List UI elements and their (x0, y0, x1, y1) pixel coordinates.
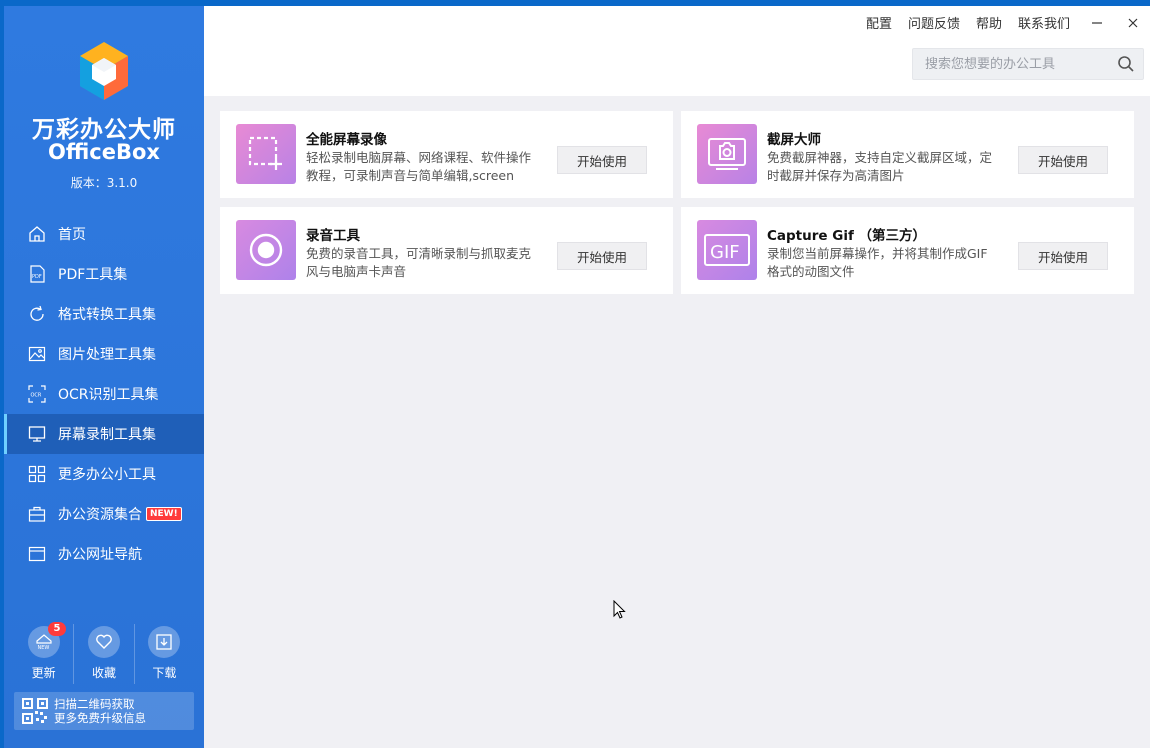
help-link[interactable]: 帮助 (976, 13, 1002, 32)
grid-icon (28, 465, 46, 483)
refresh-icon (28, 305, 46, 323)
minimize-button[interactable] (1088, 14, 1106, 32)
card-title: Capture Gif （第三方） (767, 228, 927, 244)
sidebar-item-home[interactable]: 首页 (4, 214, 204, 254)
start-button[interactable]: 开始使用 (557, 146, 647, 174)
mouse-cursor-icon (613, 600, 626, 619)
new-badge: NEW! (146, 507, 182, 521)
screen-record-icon (236, 124, 296, 184)
app-window: 万彩办公大师 OfficeBox 版本：3.1.0 首页 PDF PDF工具集 … (4, 6, 1150, 748)
download-button[interactable]: 下载 (133, 624, 194, 684)
favorite-button[interactable]: 收藏 (73, 624, 133, 684)
update-button[interactable]: NEW 5 更新 (14, 622, 73, 684)
card-title: 截屏大师 (767, 132, 821, 148)
ocr-icon: OCR (28, 385, 46, 403)
qr-text-line1: 扫描二维码获取 (54, 697, 135, 711)
start-button[interactable]: 开始使用 (557, 242, 647, 270)
close-icon (1128, 18, 1138, 27)
tool-card-audio-recorder[interactable]: 录音工具 免费的录音工具，可清晰录制与抓取麦克风与电脑声卡声音 开始使用 (220, 207, 673, 294)
sidebar-item-web-nav[interactable]: 办公网址导航 (4, 534, 204, 574)
sidebar-item-label: 更多办公小工具 (58, 467, 156, 483)
sidebar-bottom-actions: NEW 5 更新 收藏 下载 (14, 622, 194, 684)
start-button[interactable]: 开始使用 (1018, 146, 1108, 174)
gif-icon: GIF (697, 220, 757, 280)
close-button[interactable] (1124, 14, 1142, 32)
tool-card-screenshot-master[interactable]: 截屏大师 免费截屏神器，支持自定义截屏区域，定时截屏并保存为高清图片 开始使用 (681, 111, 1134, 198)
qr-code-promo[interactable]: 扫描二维码获取 更多免费升级信息 (14, 692, 194, 730)
sidebar-item-label: 图片处理工具集 (58, 347, 156, 363)
officebox-logo (80, 42, 128, 100)
svg-text:NEW: NEW (37, 645, 49, 651)
top-bar: 配置 问题反馈 帮助 联系我们 (204, 6, 1150, 96)
download-icon (148, 626, 181, 658)
pdf-icon: PDF (28, 265, 46, 283)
sidebar-item-label: 办公资源集合 (58, 507, 142, 523)
svg-text:OCR: OCR (31, 393, 42, 399)
top-links: 配置 问题反馈 帮助 联系我们 (850, 13, 1142, 32)
sidebar-item-label: 屏幕录制工具集 (58, 427, 156, 443)
card-title: 全能屏幕录像 (306, 132, 387, 148)
qr-code-icon (22, 698, 48, 724)
tool-card-capture-gif[interactable]: GIF Capture Gif （第三方） 录制您当前屏幕操作，并将其制作成GI… (681, 207, 1134, 294)
start-button[interactable]: 开始使用 (1018, 242, 1108, 270)
sidebar-nav: 首页 PDF PDF工具集 格式转换工具集 图片处理工具集 OCR OCR识别工… (4, 214, 204, 574)
briefcase-icon (28, 505, 46, 523)
sidebar-item-label: PDF工具集 (58, 267, 128, 283)
sidebar-item-ocr[interactable]: OCR OCR识别工具集 (4, 374, 204, 414)
sidebar-item-screen-record[interactable]: 屏幕录制工具集 (4, 414, 204, 454)
browser-icon (28, 545, 46, 563)
minimize-icon (1092, 21, 1102, 24)
update-count-badge: 5 (48, 622, 66, 636)
sidebar-item-pdf[interactable]: PDF PDF工具集 (4, 254, 204, 294)
feedback-link[interactable]: 问题反馈 (908, 13, 960, 32)
camera-icon (697, 124, 757, 184)
sidebar-item-label: 办公网址导航 (58, 547, 142, 563)
sidebar: 万彩办公大师 OfficeBox 版本：3.1.0 首页 PDF PDF工具集 … (4, 6, 204, 748)
card-description: 录制您当前屏幕操作，并将其制作成GIF格式的动图文件 (767, 246, 988, 279)
config-link[interactable]: 配置 (866, 13, 892, 32)
version-label: 版本：3.1.0 (70, 176, 138, 190)
home-icon (28, 225, 46, 243)
search-box (912, 48, 1144, 80)
brand-name-en: OfficeBox (48, 140, 160, 164)
sidebar-item-label: OCR识别工具集 (58, 387, 159, 403)
card-description: 轻松录制电脑屏幕、网络课程、软件操作教程，可录制声音与简单编辑,screen (306, 150, 532, 183)
search-input[interactable] (913, 55, 1117, 73)
sidebar-item-resources[interactable]: 办公资源集合 NEW! (4, 494, 204, 534)
sidebar-item-label: 格式转换工具集 (58, 307, 156, 323)
search-icon[interactable] (1117, 55, 1135, 73)
contact-link[interactable]: 联系我们 (1018, 13, 1070, 32)
svg-text:GIF: GIF (710, 242, 740, 263)
card-title: 录音工具 (306, 228, 360, 244)
record-icon (236, 220, 296, 280)
svg-text:PDF: PDF (32, 274, 42, 280)
card-description: 免费截屏神器，支持自定义截屏区域，定时截屏并保存为高清图片 (767, 150, 993, 183)
card-description: 免费的录音工具，可清晰录制与抓取麦克风与电脑声卡声音 (306, 246, 532, 279)
image-icon (28, 345, 46, 363)
favorite-label: 收藏 (91, 666, 116, 680)
brand-name-cn: 万彩办公大师 (32, 117, 176, 143)
sidebar-item-format-convert[interactable]: 格式转换工具集 (4, 294, 204, 334)
heart-icon (87, 626, 120, 658)
sidebar-item-label: 首页 (58, 227, 86, 243)
update-label: 更新 (31, 666, 56, 680)
download-label: 下载 (152, 666, 177, 680)
sidebar-item-more-tools[interactable]: 更多办公小工具 (4, 454, 204, 494)
qr-text-line2: 更多免费升级信息 (54, 711, 146, 725)
monitor-icon (28, 425, 46, 443)
tool-card-screen-recorder[interactable]: 全能屏幕录像 轻松录制电脑屏幕、网络课程、软件操作教程，可录制声音与简单编辑,s… (220, 111, 673, 198)
sidebar-item-image[interactable]: 图片处理工具集 (4, 334, 204, 374)
